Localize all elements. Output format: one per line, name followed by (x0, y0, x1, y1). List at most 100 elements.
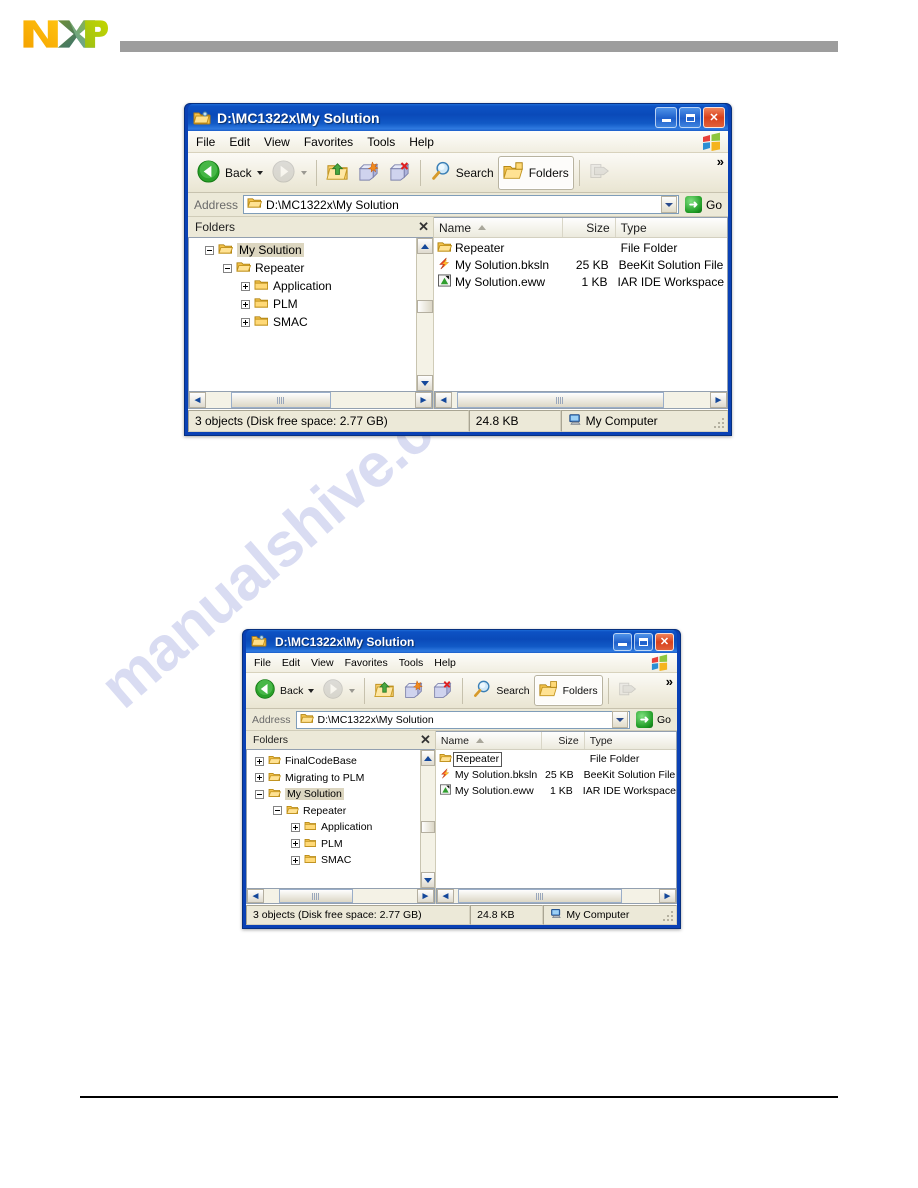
expand-expander-icon[interactable] (255, 756, 264, 766)
forward-dropdown-caret[interactable] (349, 688, 356, 693)
file-row-my-solution-eww[interactable]: My Solution.eww 1 KB IAR IDE Workspace (436, 783, 676, 799)
maximize-button[interactable] (679, 107, 701, 128)
folders-horizontal-scrollbar[interactable]: ◄ ► (246, 889, 435, 904)
expand-expander-icon[interactable] (291, 855, 300, 865)
hscroll-thumb[interactable] (279, 889, 353, 903)
hscroll-track[interactable] (264, 889, 417, 903)
search-button[interactable]: Search (426, 157, 498, 189)
menu-item-file[interactable]: File (196, 135, 215, 149)
hscroll-track[interactable] (452, 392, 710, 408)
scroll-right-button[interactable]: ► (710, 392, 727, 408)
scroll-left-button[interactable]: ◄ (435, 392, 452, 408)
tree-item-plm[interactable]: PLM (247, 836, 420, 853)
scroll-left-button[interactable]: ◄ (189, 392, 206, 408)
menu-bar[interactable]: File Edit View Favorites Tools Help (246, 653, 677, 673)
explorer-window-bottom[interactable]: D:\MC1322x\My Solution ✕ File Edit View … (242, 629, 681, 929)
scroll-down-button[interactable] (420, 872, 435, 888)
menu-item-help[interactable]: Help (409, 135, 434, 149)
toolbar-overflow-chevron[interactable]: » (717, 155, 724, 168)
up-button[interactable] (370, 676, 399, 705)
file-name-cell[interactable]: Repeater (436, 751, 542, 767)
close-button[interactable]: ✕ (703, 107, 725, 128)
minimize-button[interactable] (613, 632, 632, 651)
folders-vertical-scrollbar[interactable] (416, 238, 433, 391)
hscroll-track[interactable] (206, 392, 415, 408)
address-bar[interactable]: Address D:\MC1322x\My Solution ➜ Go (246, 709, 677, 731)
file-list-header[interactable]: Name Size Type (434, 218, 727, 238)
address-input[interactable]: D:\MC1322x\My Solution (243, 195, 679, 214)
views-button[interactable] (614, 676, 642, 705)
expand-expander-icon[interactable] (241, 317, 250, 327)
collapse-expander-icon[interactable] (205, 245, 214, 255)
toolbar[interactable]: Back Search Folders » (188, 153, 728, 193)
tree-item-repeater[interactable]: Repeater (247, 803, 420, 820)
address-dropdown-button[interactable] (611, 711, 628, 728)
expand-expander-icon[interactable] (241, 299, 250, 309)
scroll-thumb[interactable] (417, 299, 433, 313)
file-list[interactable]: Name Size Type Repeater File Folder My S… (434, 217, 728, 392)
tree-item-smac[interactable]: SMAC (189, 313, 416, 331)
menu-item-view[interactable]: View (264, 135, 290, 149)
expand-expander-icon[interactable] (241, 281, 250, 291)
tree-item-finalcodebase[interactable]: FinalCodeBase (247, 753, 420, 770)
menu-item-tools[interactable]: Tools (367, 135, 395, 149)
menu-item-view[interactable]: View (311, 657, 334, 669)
up-button[interactable] (322, 157, 353, 189)
tree-item-my-solution[interactable]: My Solution (189, 241, 416, 259)
back-dropdown-caret[interactable] (256, 170, 263, 175)
menu-item-file[interactable]: File (254, 657, 271, 669)
scroll-up-button[interactable] (417, 238, 433, 254)
file-list-horizontal-scrollbar[interactable]: ◄ ► (434, 392, 728, 409)
move-to-folder-button[interactable] (353, 157, 384, 189)
file-name-cell[interactable]: My Solution.bksln (434, 257, 561, 273)
address-dropdown-button[interactable] (660, 196, 677, 213)
tree-item-smac[interactable]: SMAC (247, 852, 420, 869)
column-header-type[interactable]: Type (616, 218, 727, 237)
column-header-size[interactable]: Size (542, 732, 585, 749)
file-row-my-solution-eww[interactable]: My Solution.eww 1 KB IAR IDE Workspace (434, 273, 727, 290)
scroll-up-button[interactable] (420, 750, 435, 766)
menu-item-favorites[interactable]: Favorites (304, 135, 353, 149)
folders-button[interactable]: Folders (533, 675, 603, 706)
column-header-size[interactable]: Size (563, 218, 616, 237)
file-list[interactable]: Name Size Type Repeater File Folder My S… (435, 731, 677, 889)
forward-button[interactable] (318, 676, 359, 705)
resize-grip[interactable] (662, 911, 674, 922)
menu-item-edit[interactable]: Edit (282, 657, 300, 669)
delete-button[interactable] (384, 157, 415, 189)
hscroll-thumb[interactable] (231, 392, 332, 408)
file-name-cell[interactable]: My Solution.eww (434, 273, 561, 290)
go-button[interactable]: ➜ Go (684, 196, 722, 213)
go-button[interactable]: ➜ Go (635, 711, 671, 728)
file-row-my-solution-bksln[interactable]: My Solution.bksln 25 KB BeeKit Solution … (434, 256, 727, 273)
minimize-button[interactable] (655, 107, 677, 128)
collapse-expander-icon[interactable] (255, 789, 264, 799)
back-dropdown-caret[interactable] (308, 688, 315, 693)
menu-item-favorites[interactable]: Favorites (345, 657, 388, 669)
folders-tree[interactable]: FinalCodeBase Migrating to PLM My Soluti… (246, 749, 435, 889)
titlebar[interactable]: D:\MC1322x\My Solution ✕ (188, 104, 728, 131)
scroll-thumb[interactable] (420, 821, 435, 834)
maximize-button[interactable] (634, 632, 653, 651)
column-header-type[interactable]: Type (585, 732, 676, 749)
folders-tree[interactable]: My Solution Repeater Application PLM SMA… (188, 237, 433, 392)
move-to-folder-button[interactable] (399, 676, 428, 705)
collapse-expander-icon[interactable] (273, 806, 282, 816)
scroll-track[interactable] (417, 254, 433, 375)
forward-dropdown-caret[interactable] (300, 170, 307, 175)
file-name-cell[interactable]: My Solution.eww (436, 784, 536, 798)
search-button[interactable]: Search (468, 676, 533, 705)
titlebar[interactable]: D:\MC1322x\My Solution ✕ (246, 630, 677, 653)
menu-item-edit[interactable]: Edit (229, 135, 250, 149)
column-header-name[interactable]: Name (434, 218, 563, 237)
back-button[interactable]: Back (192, 157, 267, 189)
file-list-horizontal-scrollbar[interactable]: ◄ ► (435, 889, 677, 904)
delete-button[interactable] (428, 676, 457, 705)
tree-item-application[interactable]: Application (189, 277, 416, 295)
file-row-my-solution-bksln[interactable]: My Solution.bksln 25 KB BeeKit Solution … (436, 767, 676, 783)
expand-expander-icon[interactable] (291, 822, 300, 832)
tree-item-my-solution[interactable]: My Solution (247, 786, 420, 803)
explorer-window-top[interactable]: D:\MC1322x\My Solution ✕ File Edit View … (184, 103, 732, 436)
close-folders-pane-icon[interactable]: ✕ (420, 732, 431, 748)
address-bar[interactable]: Address D:\MC1322x\My Solution ➜ Go (188, 193, 728, 217)
